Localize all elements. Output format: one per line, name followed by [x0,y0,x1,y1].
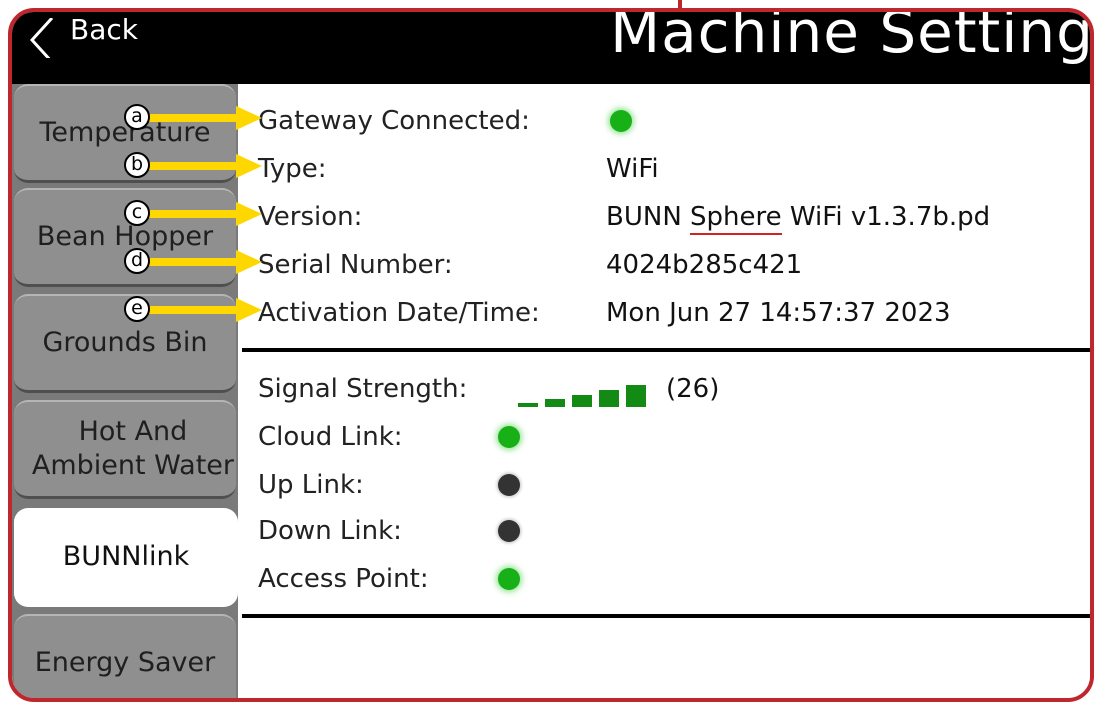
sidebar-item-label: Grounds Bin [42,327,208,359]
activation-date-value: Mon Jun 27 14:57:37 2023 [606,298,951,328]
section-divider-bottom [242,614,1090,618]
gateway-status-indicator [610,110,632,132]
back-button[interactable]: Back [26,13,138,58]
serial-number-label: Serial Number: [258,250,453,280]
sidebar-item-bunnlink[interactable]: BUNNlink [14,508,238,607]
up-link-indicator [498,474,520,496]
cloud-link-indicator [498,426,520,448]
access-point-indicator [498,568,520,590]
signal-strength-value: (26) [666,374,720,404]
activation-date-label: Activation Date/Time: [258,298,540,328]
up-link-label: Up Link: [258,470,364,500]
section-divider [242,348,1090,352]
chevron-left-icon [29,18,54,58]
sidebar-item-hot-ambient-water[interactable]: Hot And Ambient Water [14,400,236,499]
callout-label: c [124,200,150,226]
callout-label: a [124,104,150,130]
arrow-right-icon [142,298,262,322]
version-highlight: Sphere [690,202,782,235]
callout-label: e [124,296,150,322]
version-label: Version: [258,202,363,232]
arrow-right-icon [142,106,262,130]
arrow-right-icon [142,250,262,274]
callout-label: d [124,248,150,274]
type-label: Type: [258,154,327,184]
sidebar-item-label: Hot And Ambient Water [31,416,234,481]
back-label: Back [70,12,138,46]
signal-strength-icon [518,385,658,407]
arrow-right-icon [142,202,262,226]
serial-number-value: 4024b285c421 [606,250,803,280]
gateway-connected-label: Gateway Connected: [258,106,530,136]
type-value: WiFi [606,154,659,184]
callout-label: b [124,152,150,178]
down-link-indicator [498,520,520,542]
version-prefix: BUNN [606,202,691,232]
page-title: Machine Setting [610,8,1094,66]
sidebar-item-label: Energy Saver [34,647,216,679]
down-link-label: Down Link: [258,516,402,546]
version-value: BUNN Sphere WiFi v1.3.7b.pd [606,202,991,235]
sidebar-item-energy-saver[interactable]: Energy Saver [14,614,236,698]
sidebar-item-label: BUNNlink [62,541,190,573]
top-bar: Back Machine Setting [12,12,1090,84]
bunnlink-panel: Gateway Connected: Type: WiFi Version: B… [238,84,1090,698]
arrow-right-icon [142,154,262,178]
signal-strength-label: Signal Strength: [258,374,468,404]
version-suffix: WiFi v1.3.7b.pd [781,202,991,232]
cloud-link-label: Cloud Link: [258,422,403,452]
device-screen-frame: Back Machine Setting Temperature Bean Ho… [8,8,1094,702]
access-point-label: Access Point: [258,564,429,594]
